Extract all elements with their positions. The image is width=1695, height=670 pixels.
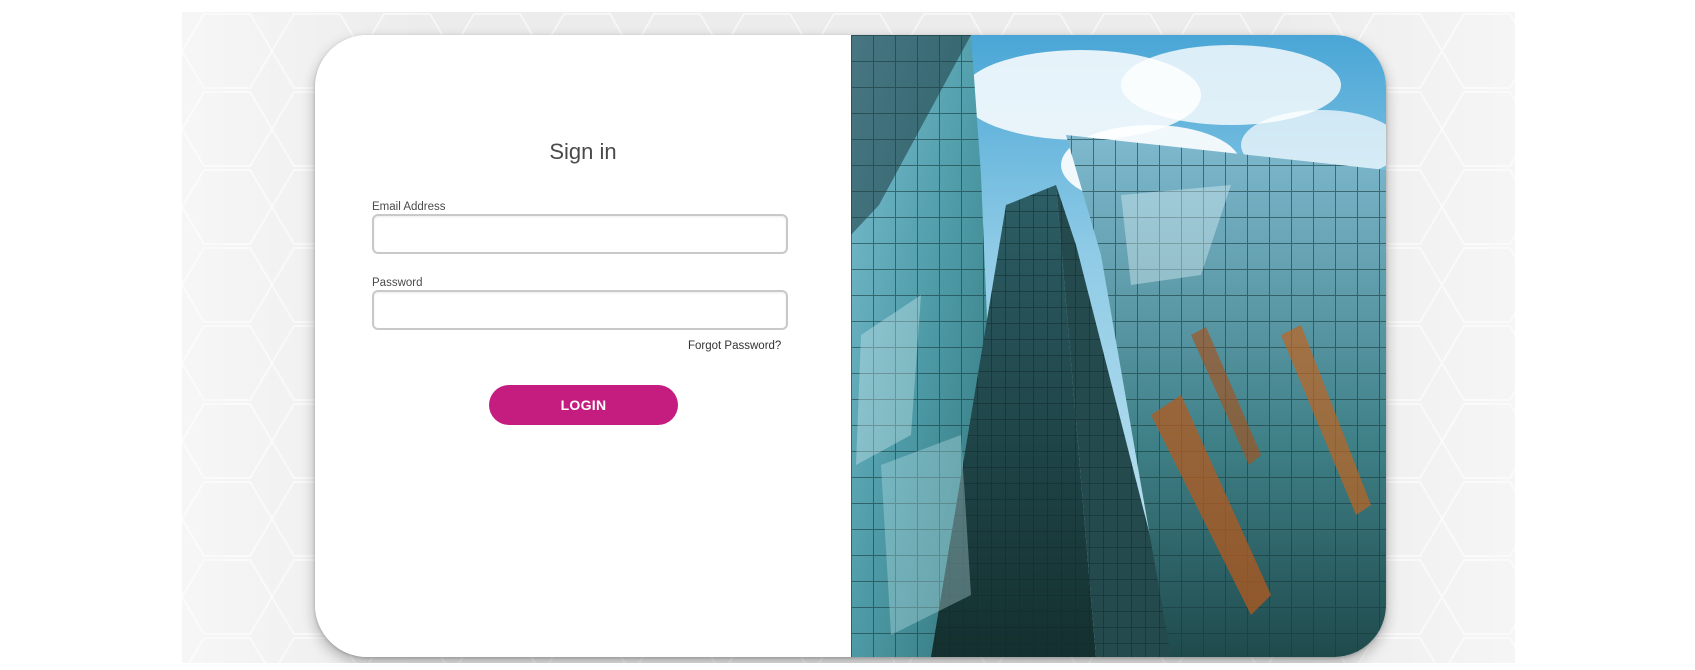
page-background: Sign in Email Address Password Forgot Pa… [182, 12, 1515, 663]
password-field[interactable] [372, 290, 788, 330]
forgot-password-link[interactable]: Forgot Password? [688, 340, 781, 352]
login-form-panel: Sign in Email Address Password Forgot Pa… [315, 35, 851, 657]
hero-image-panel [851, 35, 1386, 657]
login-button[interactable]: LOGIN [489, 385, 678, 425]
email-field[interactable] [372, 214, 788, 254]
login-card: Sign in Email Address Password Forgot Pa… [315, 35, 1386, 657]
password-label: Password [372, 277, 423, 289]
skyscraper-image [851, 35, 1386, 657]
page-title: Sign in [549, 139, 617, 164]
email-label: Email Address [372, 201, 446, 213]
